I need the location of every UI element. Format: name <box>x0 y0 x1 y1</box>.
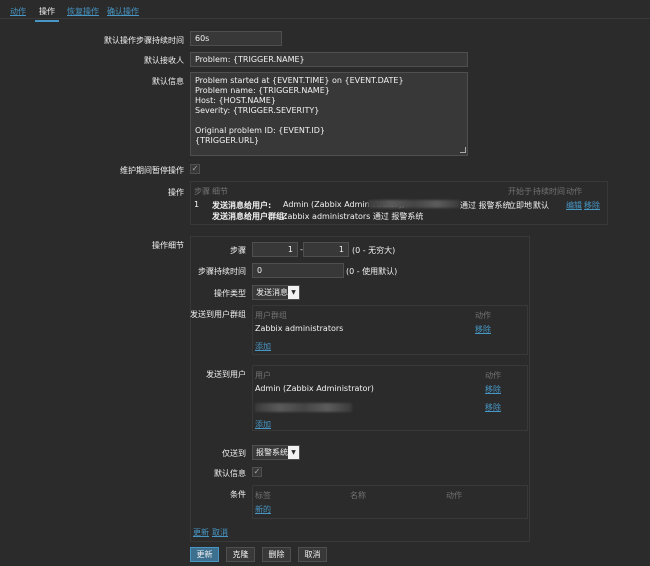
tab-action[interactable]: 动作 <box>10 6 26 17</box>
user-item: Admin (Zabbix Administrator) <box>255 384 374 393</box>
ops-row-edit-link[interactable]: 编辑 <box>566 200 582 211</box>
ops-row-start-in: 立即地 <box>508 201 532 210</box>
operations-label: 操作 <box>168 188 184 197</box>
tab-recovery-operations[interactable]: 恢复操作 <box>67 6 99 17</box>
user-add-link[interactable]: 添加 <box>255 419 271 430</box>
step-from-input[interactable]: 1 <box>252 242 298 257</box>
step-duration-detail-input[interactable]: 0 <box>252 263 344 278</box>
step-duration-detail-label: 步骤持续时间 <box>198 267 246 276</box>
details-label: 操作细节 <box>152 241 184 250</box>
ops-header-duration: 持续时间 <box>533 187 565 196</box>
step-duration-label: 默认操作步骤持续时间 <box>104 36 184 45</box>
details-update-link[interactable]: 更新 <box>193 527 209 538</box>
group-item: Zabbix administrators <box>255 324 344 333</box>
subject-input[interactable]: Problem: {TRIGGER.NAME} <box>190 52 468 67</box>
ops-header-steps: 步骤 <box>194 187 210 196</box>
user-remove-link-1[interactable]: 移除 <box>485 384 501 395</box>
user-remove-link-2[interactable]: 移除 <box>485 402 501 413</box>
clone-button[interactable]: 克隆 <box>226 547 255 562</box>
step-duration-hint: (0 - 使用默认) <box>346 267 398 276</box>
tab-acknowledge-operations[interactable]: 确认操作 <box>107 6 139 17</box>
redacted-user-2 <box>255 403 352 412</box>
conditions-label: 条件 <box>230 490 246 499</box>
ops-row-step: 1 <box>194 200 200 209</box>
message-textarea[interactable] <box>190 72 468 156</box>
cond-header-name: 名称 <box>350 491 366 500</box>
send-only-select[interactable]: 报警系统 ▼ <box>252 445 300 460</box>
cancel-button[interactable]: 取消 <box>298 547 327 562</box>
optype-select[interactable]: 发送消息 ▼ <box>252 285 300 300</box>
message-label: 默认信息 <box>152 77 184 86</box>
chevron-down-icon: ▼ <box>288 286 299 299</box>
send-only-label: 仅送到 <box>222 449 246 458</box>
ops-row-line1-prefix: 发送消息给用户: <box>212 201 272 210</box>
optype-value: 发送消息 <box>256 288 288 297</box>
tab-operations[interactable]: 操作 <box>35 6 59 22</box>
ops-row-line1-suffix: 通过 报警系统 <box>460 201 511 210</box>
checkmark-icon: ✓ <box>253 467 261 476</box>
resize-handle-icon[interactable] <box>460 147 466 153</box>
details-cancel-link[interactable]: 取消 <box>212 527 228 538</box>
redacted-user <box>368 200 460 208</box>
cond-new-link[interactable]: 新的 <box>255 504 271 515</box>
ops-row-remove-link[interactable]: 移除 <box>584 200 600 211</box>
group-add-link[interactable]: 添加 <box>255 341 271 352</box>
cond-header-action: 动作 <box>446 491 462 500</box>
subject-label: 默认接收人 <box>144 56 184 65</box>
default-msg-checkbox[interactable]: ✓ <box>252 467 262 477</box>
checkmark-icon: ✓ <box>191 164 199 173</box>
ops-header-action: 动作 <box>566 187 582 196</box>
chevron-down-icon: ▼ <box>288 446 299 459</box>
steps-label: 步骤 <box>230 246 246 255</box>
groups-header-group: 用户群组 <box>255 311 287 320</box>
default-msg-label: 默认信息 <box>214 469 246 478</box>
ops-row-duration: 默认 <box>533 201 549 210</box>
pause-checkbox[interactable]: ✓ <box>190 164 200 174</box>
pause-label: 维护期间暂停操作 <box>120 166 184 175</box>
send-users-label: 发送到用户 <box>206 370 246 379</box>
ops-row-line2-text: Zabbix administrators 通过 报警系统 <box>282 212 424 221</box>
send-only-value: 报警系统 <box>256 448 288 457</box>
ops-header-start-in: 开始于 <box>508 187 532 196</box>
optype-label: 操作类型 <box>214 289 246 298</box>
group-remove-link[interactable]: 移除 <box>475 324 491 335</box>
step-range-hint: (0 - 无穷大) <box>352 246 396 255</box>
send-groups-label: 发送到用户群组 <box>190 310 246 319</box>
conditions-table <box>252 485 528 519</box>
groups-header-action: 动作 <box>475 311 491 320</box>
ops-row-line2-prefix: 发送消息给用户群组: <box>212 212 288 221</box>
users-header-action: 动作 <box>485 371 501 380</box>
delete-button[interactable]: 删除 <box>262 547 291 562</box>
update-button[interactable]: 更新 <box>190 547 219 562</box>
cond-header-label: 标签 <box>255 491 271 500</box>
users-header-user: 用户 <box>255 371 271 380</box>
ops-header-details: 细节 <box>212 187 228 196</box>
step-duration-input[interactable]: 60s <box>190 31 282 46</box>
step-to-input[interactable]: 1 <box>303 242 349 257</box>
